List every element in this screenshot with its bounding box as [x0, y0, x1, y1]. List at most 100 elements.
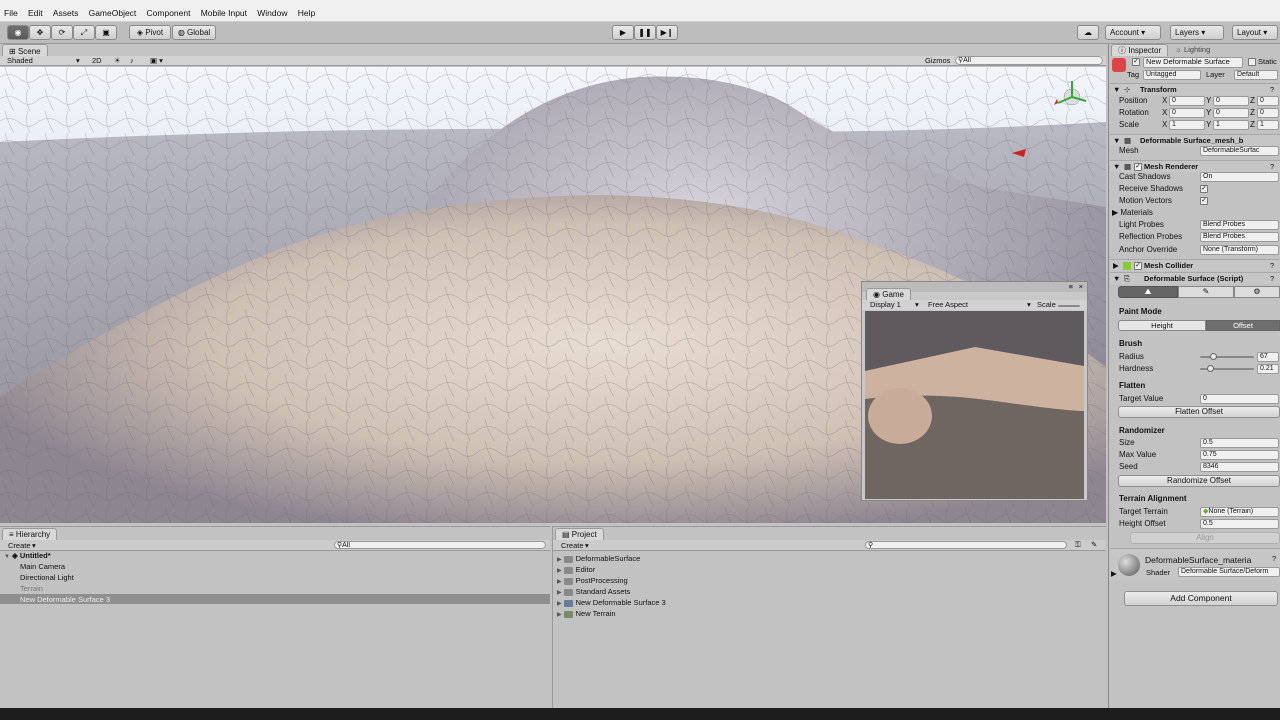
shader-dropdown[interactable]: Deformable Surface/Deform [1178, 567, 1280, 577]
radius-field[interactable]: 67 [1257, 352, 1279, 362]
audio-icon[interactable]: ♪ [130, 56, 134, 65]
account-dropdown[interactable]: Account ▾ [1105, 25, 1161, 40]
transform-header[interactable]: ▼ ⊹ Transform ? [1110, 83, 1280, 95]
2d-toggle[interactable]: 2D [92, 56, 102, 65]
play-button[interactable]: ▶ [612, 25, 634, 40]
hierarchy-item-directional-light[interactable]: Directional Light [20, 573, 74, 582]
filter-type-icon[interactable]: ⚿ [1075, 540, 1081, 550]
mesh-renderer-enabled-checkbox[interactable]: ✓ [1134, 163, 1142, 171]
radius-slider[interactable] [1200, 356, 1254, 358]
materials-foldout[interactable]: ▶ Materials [1112, 208, 1153, 218]
scene-viewport[interactable]: ≡ × ◉ Game Display 1 ▾ Free Aspect ▾ Sca… [0, 67, 1106, 523]
rect-tool-button[interactable]: ▣ [95, 25, 117, 40]
scale-y-field[interactable]: 1 [1213, 120, 1249, 130]
tab-hierarchy[interactable]: ≡ Hierarchy [2, 528, 58, 540]
layer-dropdown[interactable]: Default [1234, 70, 1278, 80]
rotation-x-field[interactable]: 0 [1169, 108, 1205, 118]
size-field[interactable]: 0.5 [1200, 438, 1279, 448]
project-item[interactable]: ▶ New Deformable Surface 3 [557, 598, 666, 607]
target-value-field[interactable]: 0 [1200, 394, 1279, 404]
menu-assets[interactable]: Assets [49, 0, 83, 18]
light-probes-dropdown[interactable]: Blend Probes [1200, 220, 1279, 230]
hierarchy-item-main-camera[interactable]: Main Camera [20, 562, 65, 571]
rotation-z-field[interactable]: 0 [1257, 108, 1279, 118]
target-terrain-field[interactable]: ◆None (Terrain) [1200, 507, 1279, 517]
view-tool-button[interactable]: ◉ [7, 25, 29, 40]
menu-window[interactable]: Window [253, 0, 291, 18]
height-offset-field[interactable]: 0.5 [1200, 519, 1279, 529]
tab-lighting[interactable]: ☼ Lighting [1175, 45, 1210, 54]
scene-root[interactable]: ▼ ◈ Untitled* [4, 551, 51, 560]
aspect-dropdown[interactable]: Free Aspect [928, 300, 968, 309]
layout-dropdown[interactable]: Layout ▾ [1232, 25, 1278, 40]
close-icon[interactable]: × [1079, 282, 1083, 291]
pivot-toggle[interactable]: ◈ Pivot [129, 25, 171, 40]
tab-project[interactable]: ▤ Project [555, 528, 604, 540]
tab-inspector[interactable]: ⓘ Inspector [1111, 44, 1169, 56]
randomize-offset-button[interactable]: Randomize Offset [1118, 475, 1280, 487]
menu-component[interactable]: Component [143, 0, 195, 18]
scale-x-field[interactable]: 1 [1169, 120, 1205, 130]
motion-vectors-checkbox[interactable]: ✓ [1200, 197, 1208, 205]
menu-gameobject[interactable]: GameObject [85, 0, 141, 18]
hierarchy-create-button[interactable]: Create [8, 541, 31, 550]
help-icon[interactable]: ? [1270, 85, 1274, 94]
paint-tool-button[interactable]: ✎ [1178, 286, 1234, 298]
effects-icon[interactable]: ▣ ▾ [150, 56, 163, 65]
display-dropdown[interactable]: Display 1 [870, 300, 901, 309]
anchor-override-field[interactable]: None (Transform) [1200, 245, 1279, 255]
rotation-y-field[interactable]: 0 [1213, 108, 1249, 118]
step-button[interactable]: ▶❙ [656, 25, 678, 40]
position-x-field[interactable]: 0 [1169, 96, 1205, 106]
object-name-field[interactable]: New Deformable Surface [1143, 57, 1243, 68]
filter-label-icon[interactable]: ✎ [1091, 540, 1097, 549]
add-component-button[interactable]: Add Component [1124, 591, 1278, 606]
mesh-renderer-header[interactable]: ▼ ▦ ✓ Mesh Renderer ? [1110, 160, 1280, 172]
project-item[interactable]: ▶ PostProcessing [557, 576, 628, 585]
help-icon[interactable]: ? [1270, 274, 1274, 283]
lighting-icon[interactable]: ☀ [114, 56, 121, 65]
hierarchy-item-terrain[interactable]: Terrain [20, 584, 43, 593]
offset-mode-button[interactable]: Offset [1206, 320, 1280, 331]
mesh-field[interactable]: DeformableSurfac [1200, 146, 1279, 156]
receive-shadows-checkbox[interactable]: ✓ [1200, 185, 1208, 193]
script-header[interactable]: ▼ ⎘ Deformable Surface (Script) ? [1110, 272, 1280, 284]
menu-edit[interactable]: Edit [24, 0, 47, 18]
gizmos-dropdown[interactable]: Gizmos [925, 56, 950, 65]
scene-search-input[interactable]: ⚲All [955, 56, 1103, 65]
meshfilter-header[interactable]: ▼ ▦ Deformable Surface_mesh_b [1110, 134, 1280, 146]
project-search-input[interactable]: ⚲ [865, 541, 1067, 549]
help-icon[interactable]: ? [1272, 554, 1276, 563]
scale-tool-button[interactable]: ⤢ [73, 25, 95, 40]
project-item[interactable]: ▶ DeformableSurface [557, 554, 640, 563]
active-checkbox[interactable]: ✓ [1132, 58, 1140, 66]
rotate-tool-button[interactable]: ⟳ [51, 25, 73, 40]
seed-field[interactable]: 8346 [1200, 462, 1279, 472]
scale-slider[interactable] [1058, 305, 1080, 307]
scale-z-field[interactable]: 1 [1257, 120, 1279, 130]
position-y-field[interactable]: 0 [1213, 96, 1249, 106]
project-item[interactable]: ▶ Standard Assets [557, 587, 630, 596]
mesh-collider-header[interactable]: ▶ ✓ Mesh Collider ? [1110, 259, 1280, 271]
cloud-button[interactable]: ☁ [1077, 25, 1099, 40]
height-mode-button[interactable]: Height [1118, 320, 1206, 331]
shading-mode-dropdown[interactable]: Shaded [7, 56, 33, 65]
tag-dropdown[interactable]: Untagged [1143, 70, 1201, 80]
align-button[interactable]: Align [1130, 532, 1280, 544]
menu-mobile-input[interactable]: Mobile Input [197, 0, 251, 18]
radius-slider-knob[interactable] [1209, 353, 1217, 360]
position-z-field[interactable]: 0 [1257, 96, 1279, 106]
hierarchy-search-input[interactable]: ⚲All [334, 541, 546, 549]
project-create-button[interactable]: Create [561, 541, 584, 550]
settings-tool-button[interactable]: ⚙ [1234, 286, 1280, 298]
project-item[interactable]: ▶ New Terrain [557, 609, 616, 618]
help-icon[interactable]: ? [1270, 261, 1274, 270]
flatten-offset-button[interactable]: Flatten Offset [1118, 406, 1280, 418]
global-toggle[interactable]: ◍ Global [172, 25, 216, 40]
max-value-field[interactable]: 0.75 [1200, 450, 1279, 460]
hierarchy-item-deformable-surface[interactable]: New Deformable Surface 3 [20, 595, 110, 604]
pause-button[interactable]: ❚❚ [634, 25, 656, 40]
static-checkbox[interactable] [1248, 58, 1256, 66]
help-icon[interactable]: ? [1270, 162, 1274, 171]
terrain-tool-button[interactable]: ⛰ [1118, 286, 1178, 298]
